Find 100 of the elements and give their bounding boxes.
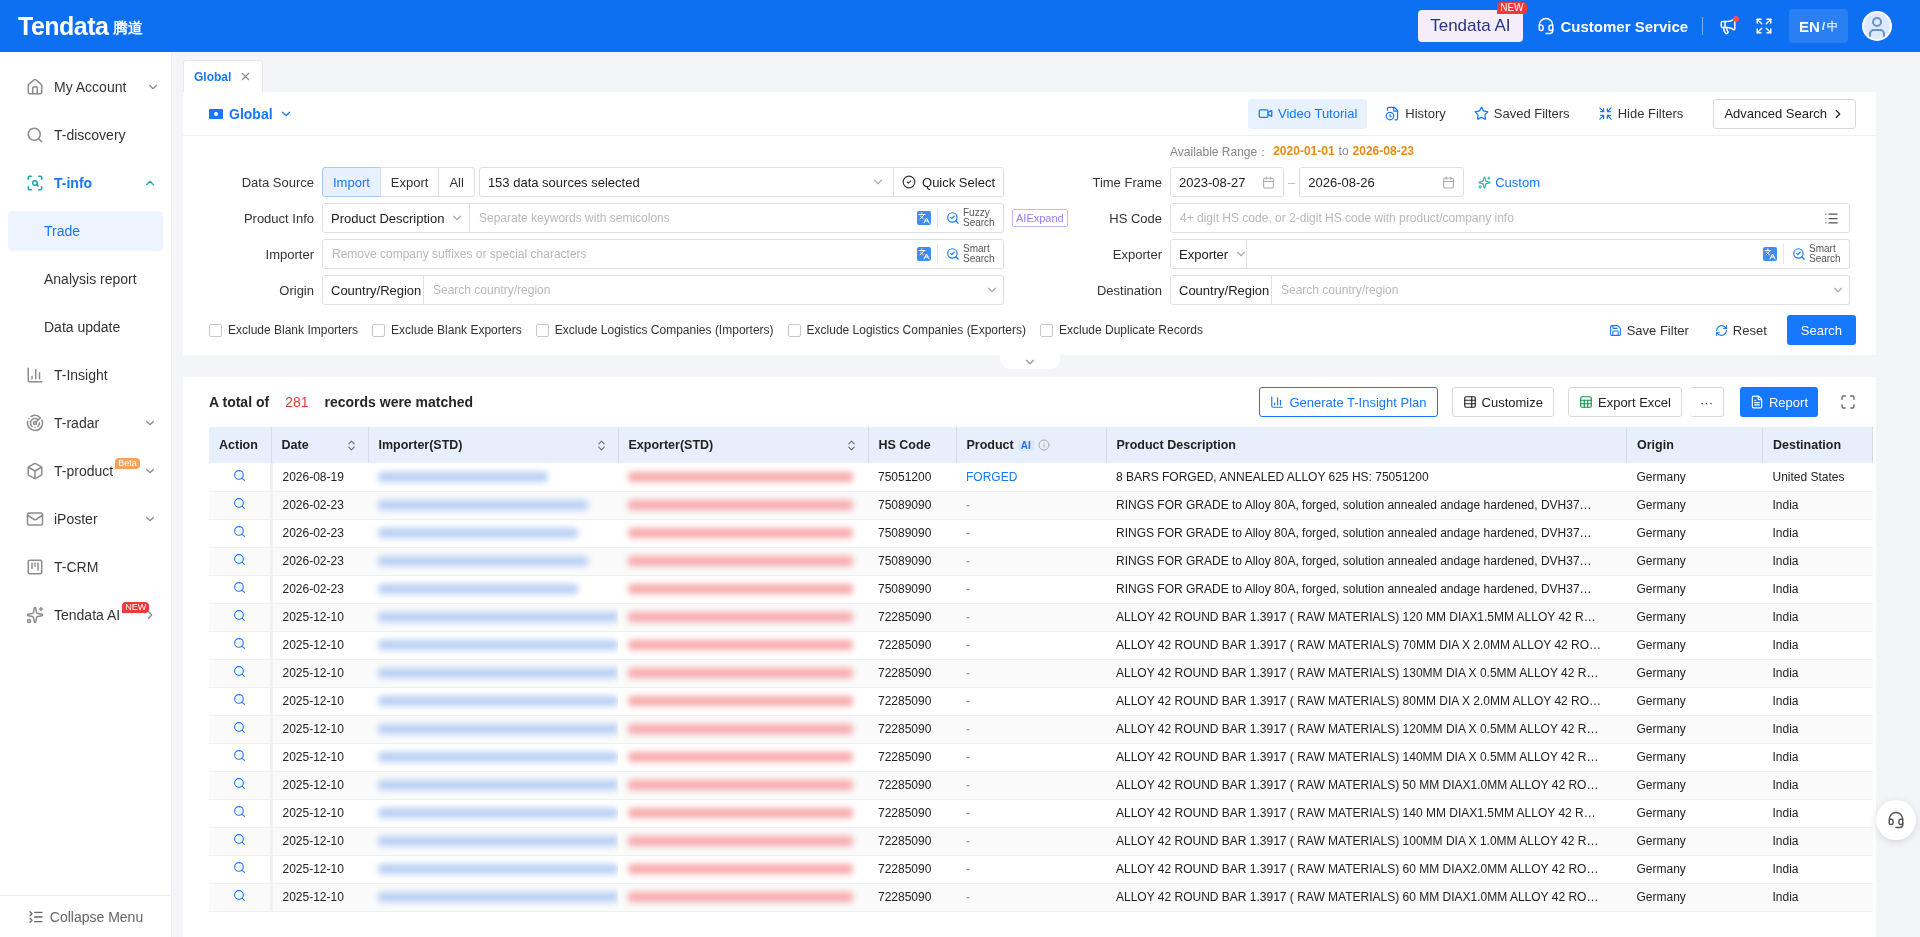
- shrink-icon: [1597, 106, 1613, 121]
- sidebar-item[interactable]: T-info: [0, 159, 171, 207]
- search-icon[interactable]: [232, 721, 246, 734]
- data-source-select[interactable]: 153 data sources selected: [478, 167, 894, 197]
- sidebar-subitem[interactable]: Analysis report: [8, 259, 163, 299]
- sidebar-subitem[interactable]: Trade: [8, 211, 163, 251]
- checkbox[interactable]: [372, 323, 386, 337]
- support-button[interactable]: [1876, 800, 1916, 840]
- toolbar-button[interactable]: Hide Filters: [1587, 98, 1694, 129]
- importer-field[interactable]: Remove company suffixes or special characters Smart Search: [322, 239, 1004, 269]
- origin-select[interactable]: Country/Region: [322, 275, 424, 305]
- smart-search-button[interactable]: Smart Search: [937, 244, 999, 264]
- language-switch[interactable]: EN/ 中: [1789, 9, 1848, 43]
- search-icon: [946, 247, 960, 261]
- sidebar-subitem[interactable]: Data update: [8, 307, 163, 347]
- end-date-field[interactable]: 2026-08-26: [1299, 167, 1465, 197]
- table-cell: 2025-12-10: [271, 771, 368, 799]
- expand-icon: [1755, 17, 1774, 35]
- product-info-select[interactable]: Product Description: [322, 203, 470, 233]
- search-icon[interactable]: [232, 609, 246, 622]
- reset-button[interactable]: Reset: [1708, 321, 1773, 339]
- action-button[interactable]: Customize: [1451, 387, 1554, 417]
- fullscreen-icon[interactable]: [1840, 394, 1856, 410]
- search-button[interactable]: Search: [1786, 315, 1856, 345]
- search-icon[interactable]: [232, 889, 246, 902]
- collapse-menu-button[interactable]: Collapse Menu: [0, 895, 171, 937]
- search-icon[interactable]: [232, 777, 246, 790]
- start-date-field[interactable]: 2023-08-27: [1170, 167, 1284, 197]
- collapse-icon: [27, 908, 44, 925]
- collapse-filters-toggle[interactable]: [999, 355, 1060, 369]
- column-header[interactable]: Exporter(STD): [618, 427, 868, 463]
- ai-assistant-button[interactable]: Tendata AI: [1418, 10, 1523, 42]
- smart-search-button[interactable]: Smart Search: [1783, 244, 1845, 264]
- save-filter-button[interactable]: Save Filter: [1602, 321, 1695, 339]
- segment-tab[interactable]: Export: [379, 167, 440, 197]
- table-cell: 2025-12-10: [271, 743, 368, 771]
- table-cell: -: [956, 687, 1106, 715]
- search-icon[interactable]: [232, 525, 246, 538]
- destination-select[interactable]: Country/Region: [1170, 275, 1272, 305]
- checkbox[interactable]: [535, 323, 549, 337]
- customer-service-link[interactable]: Customer Service: [1536, 17, 1689, 35]
- segment-tab[interactable]: Import: [322, 167, 381, 197]
- search-icon[interactable]: [232, 693, 246, 706]
- quick-select-button[interactable]: Quick Select: [893, 167, 1004, 197]
- table-cell: 2025-12-10: [271, 799, 368, 827]
- search-icon[interactable]: [232, 581, 246, 594]
- sidebar-item[interactable]: T-CRM: [0, 543, 171, 591]
- clock-document-icon: [1385, 106, 1401, 121]
- sidebar-item[interactable]: T-Insight: [0, 351, 171, 399]
- sidebar-item[interactable]: Tendata AI NEW: [0, 591, 171, 639]
- column-header[interactable]: Date: [271, 427, 368, 463]
- action-button[interactable]: Report: [1739, 387, 1818, 417]
- toolbar-button[interactable]: Saved Filters: [1463, 98, 1580, 129]
- search-icon[interactable]: [232, 637, 246, 650]
- fuzzy-search-button[interactable]: Fuzzy Search: [937, 208, 999, 228]
- search-icon[interactable]: [232, 861, 246, 874]
- exporter-select[interactable]: Exporter: [1170, 239, 1247, 269]
- keyword-field[interactable]: Separate keywords with semicolons Fuzzy Search: [470, 203, 1004, 233]
- scope-dropdown[interactable]: Global: [203, 104, 299, 123]
- segment-tab[interactable]: All: [438, 167, 475, 197]
- advanced-search-button[interactable]: Advanced Search: [1713, 98, 1856, 129]
- column-header[interactable]: Importer(STD): [368, 427, 618, 463]
- search-icon[interactable]: [232, 749, 246, 762]
- search-icon[interactable]: [232, 468, 246, 482]
- field-label: Product Info: [242, 210, 314, 226]
- ai-badge: AI: [1017, 439, 1034, 451]
- page-tab[interactable]: Global: [183, 60, 264, 92]
- checkbox[interactable]: [1039, 323, 1053, 337]
- search-icon[interactable]: [232, 553, 246, 566]
- toolbar-button[interactable]: History: [1375, 98, 1456, 129]
- sidebar-item[interactable]: My Account: [0, 63, 171, 111]
- table-cell: -: [956, 743, 1106, 771]
- search-icon[interactable]: [232, 497, 246, 510]
- bar-chart-icon: [1270, 395, 1285, 409]
- table-cell: -: [956, 631, 1106, 659]
- table-cell[interactable]: FORGED: [956, 463, 1106, 491]
- more-button[interactable]: ···: [1689, 387, 1724, 417]
- toolbar-button[interactable]: Video Tutorial: [1248, 98, 1368, 129]
- exporter-field[interactable]: Smart Search: [1247, 239, 1850, 269]
- translate-icon[interactable]: [917, 211, 931, 225]
- action-button[interactable]: Generate T-Insight Plan: [1259, 387, 1438, 417]
- table-cell: ALLOY 42 ROUND BAR 1.3917 ( RAW MATERIALS) 50 MM DIAX1.0MM ALLOY 42 RO…: [1106, 771, 1627, 799]
- search-icon: [1792, 247, 1806, 261]
- search-icon[interactable]: [232, 665, 246, 678]
- table-cell: 72285090: [868, 687, 956, 715]
- translate-icon[interactable]: [917, 247, 931, 261]
- custom-link[interactable]: Custom: [1478, 174, 1541, 190]
- search-icon[interactable]: [232, 833, 246, 846]
- checkbox[interactable]: [787, 323, 801, 337]
- translate-icon[interactable]: [1763, 247, 1777, 261]
- search-icon[interactable]: [232, 805, 246, 818]
- sidebar-item[interactable]: T-product Beta: [0, 447, 171, 495]
- table-cell: 72285090: [868, 883, 956, 911]
- sidebar-item[interactable]: iPoster: [0, 495, 171, 543]
- sidebar-item[interactable]: T-discovery: [0, 111, 171, 159]
- sidebar-item[interactable]: T-radar: [0, 399, 171, 447]
- checkbox[interactable]: [209, 323, 222, 337]
- avatar[interactable]: [1862, 11, 1892, 41]
- table-cell: 72285090: [868, 771, 956, 799]
- action-button[interactable]: Export Excel: [1568, 387, 1682, 417]
